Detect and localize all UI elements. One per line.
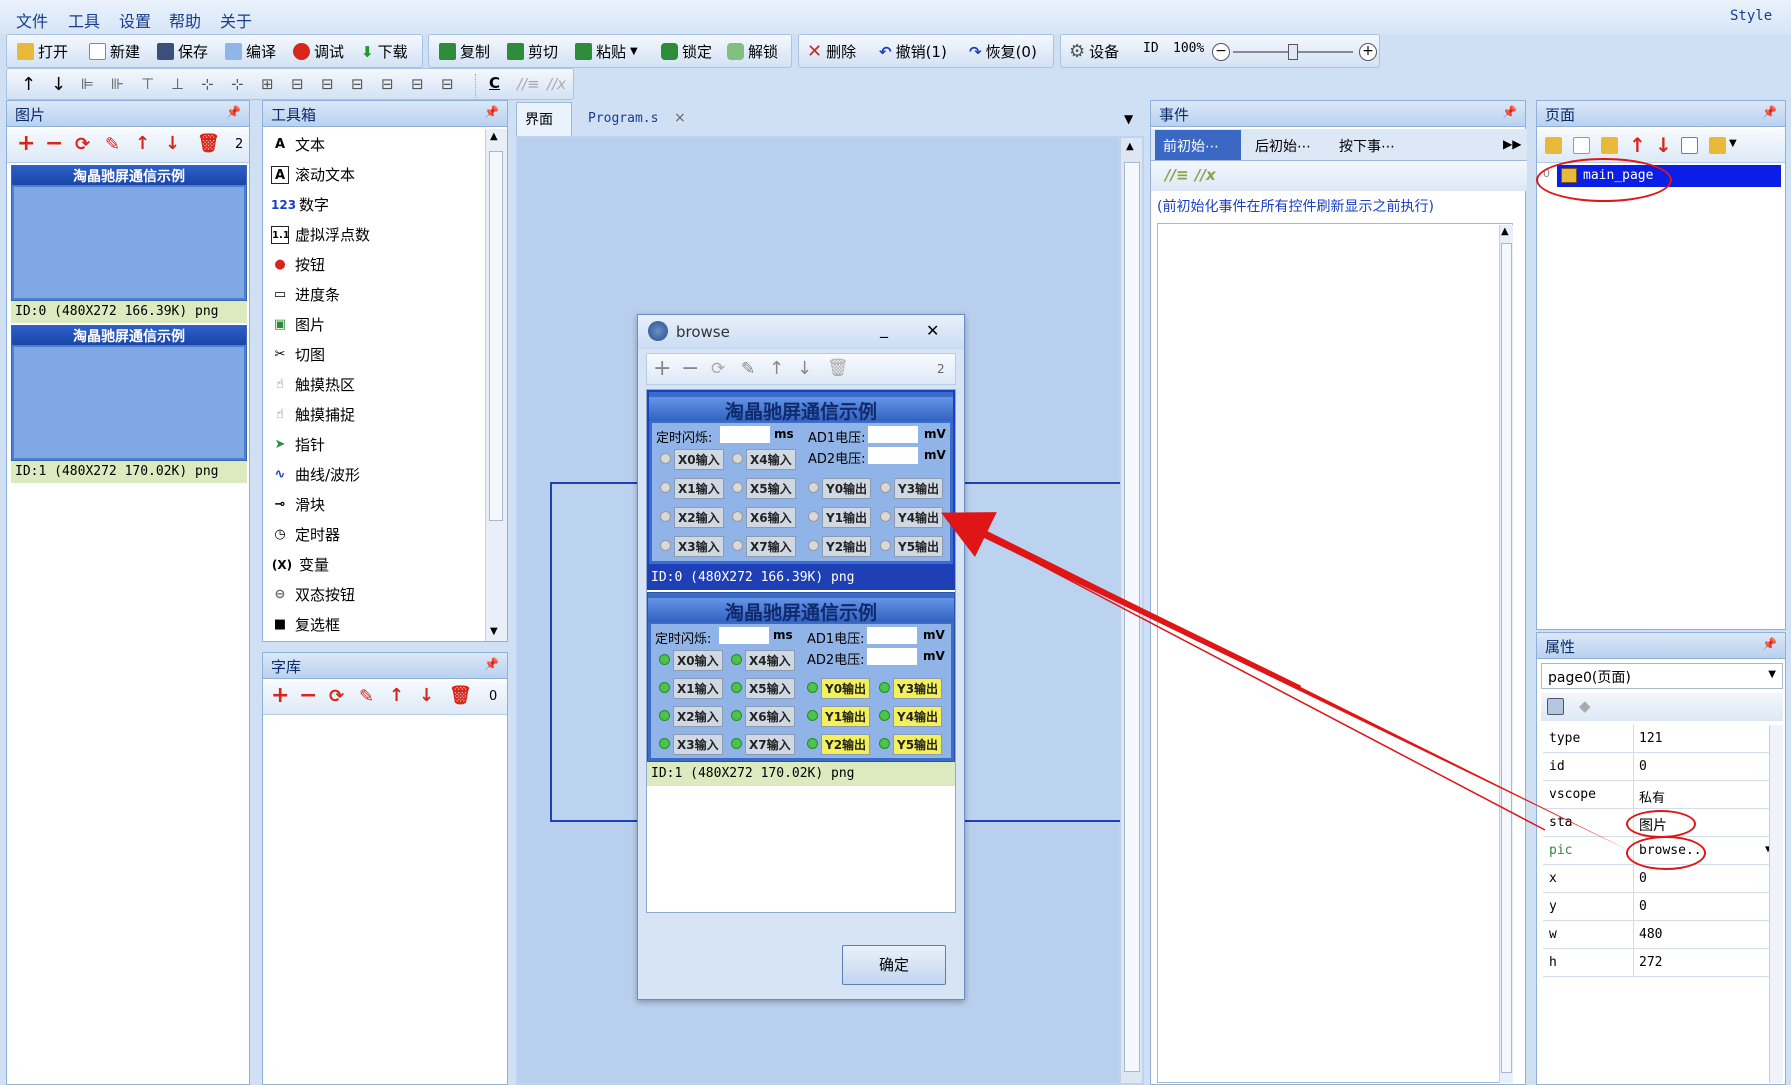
annotation-arrow <box>941 512 1632 852</box>
